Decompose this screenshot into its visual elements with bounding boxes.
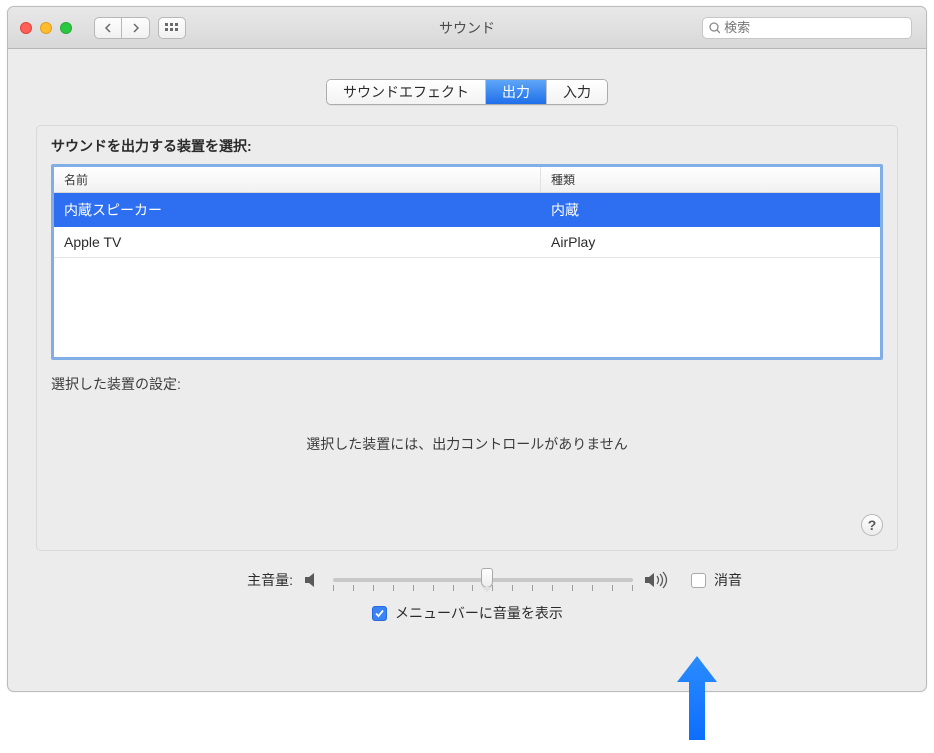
speaker-high-icon [643, 571, 669, 589]
maximize-button[interactable] [60, 22, 72, 34]
grid-icon [165, 23, 179, 33]
volume-slider[interactable] [333, 569, 633, 591]
table-row[interactable]: Apple TV AirPlay [54, 227, 880, 258]
minimize-button[interactable] [40, 22, 52, 34]
cell-name: 内蔵スピーカー [64, 200, 551, 220]
menubar-label: メニューバーに音量を表示 [395, 603, 563, 623]
tab-sound-effects[interactable]: サウンドエフェクト [327, 80, 486, 104]
chevron-left-icon [104, 23, 112, 33]
table-row[interactable]: 内蔵スピーカー 内蔵 [54, 193, 880, 227]
panel-title: サウンドを出力する装置を選択: [51, 136, 883, 156]
close-button[interactable] [20, 22, 32, 34]
window-frame: サウンド サウンドエフェクト 出力 入力 サウンドを出力する装置を選択: 名前 … [7, 6, 927, 692]
settings-label: 選択した装置の設定: [51, 374, 883, 394]
slider-thumb[interactable] [481, 568, 493, 588]
search-field[interactable] [702, 17, 912, 39]
volume-row: 主音量: [88, 569, 846, 591]
titlebar: サウンド [8, 7, 926, 49]
column-type[interactable]: 種類 [541, 167, 880, 192]
volume-label: 主音量: [88, 570, 293, 590]
cell-type: AirPlay [551, 234, 870, 250]
mute-label: 消音 [714, 570, 742, 590]
checkmark-icon [374, 608, 385, 619]
output-panel: サウンドを出力する装置を選択: 名前 種類 内蔵スピーカー 内蔵 Apple T… [36, 125, 898, 551]
back-button[interactable] [94, 17, 122, 39]
mute-checkbox[interactable] [691, 573, 706, 588]
search-input[interactable] [724, 20, 905, 35]
search-icon [709, 22, 720, 34]
cell-type: 内蔵 [551, 200, 870, 220]
nav-buttons [94, 17, 150, 39]
help-button[interactable]: ? [861, 514, 883, 536]
speaker-low-icon [303, 571, 323, 589]
mute-group: 消音 [691, 570, 742, 590]
tab-input[interactable]: 入力 [547, 80, 607, 104]
footer: 主音量: [36, 569, 898, 649]
no-controls-message: 選択した装置には、出力コントロールがありません [51, 434, 883, 454]
cell-name: Apple TV [64, 234, 551, 250]
device-table-wrap: 名前 種類 内蔵スピーカー 内蔵 Apple TV AirPlay [51, 164, 883, 360]
device-table: 名前 種類 内蔵スピーカー 内蔵 Apple TV AirPlay [54, 167, 880, 357]
chevron-right-icon [132, 23, 140, 33]
column-name[interactable]: 名前 [54, 167, 541, 192]
traffic-lights [20, 22, 72, 34]
content-area: サウンドエフェクト 出力 入力 サウンドを出力する装置を選択: 名前 種類 内蔵… [8, 49, 926, 691]
menubar-row: メニューバーに音量を表示 [372, 603, 846, 623]
tab-output[interactable]: 出力 [486, 80, 547, 104]
tab-bar: サウンドエフェクト 出力 入力 [36, 79, 898, 105]
forward-button[interactable] [122, 17, 150, 39]
show-all-button[interactable] [158, 17, 186, 39]
menubar-checkbox[interactable] [372, 606, 387, 621]
table-header: 名前 種類 [54, 167, 880, 193]
